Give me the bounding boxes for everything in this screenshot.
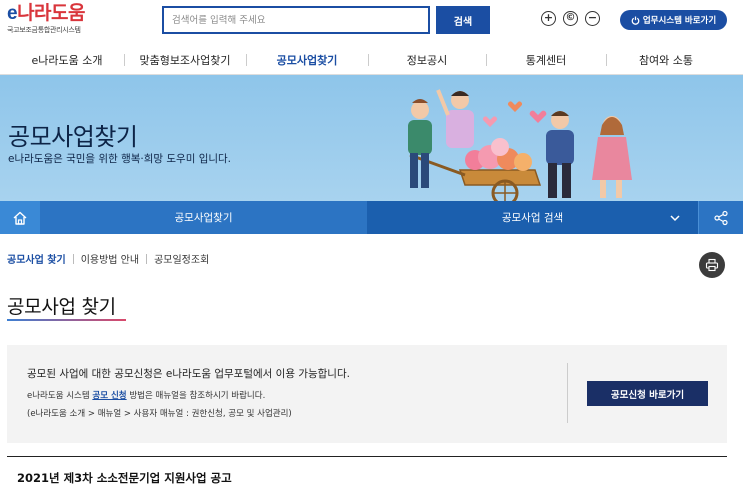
content-tabs: 공모사업 찾기 이용방법 안내 공모일정조회 (7, 251, 209, 266)
sub-navigation: 공모사업찾기 공모사업 검색 (0, 201, 743, 234)
contest-apply-link[interactable]: 공모 신청 (92, 391, 126, 401)
search-box (162, 6, 430, 34)
share-icon (714, 210, 728, 225)
zoom-reset-icon[interactable]: © (563, 11, 578, 26)
print-icon (705, 258, 719, 272)
nav-item-contest[interactable]: 공모사업찾기 (246, 44, 368, 75)
business-system-label: 업무시스템 바로가기 (642, 16, 717, 26)
info-guide-suffix: 방법은 매뉴얼을 참조하시기 바랍니다. (129, 391, 266, 401)
nav-item-custom-search[interactable]: 맞춤형보조사업찾기 (124, 44, 246, 75)
chevron-down-icon[interactable] (668, 211, 682, 225)
logo-wordmark: e나라도움 (7, 3, 85, 24)
info-manual-path: (e나라도움 소개 > 매뉴얼 > 사용자 매뉴얼 : 권한신청, 공모 및 사… (27, 409, 292, 419)
home-icon (13, 211, 27, 225)
page-banner: 공모사업찾기 e나라도움은 국민을 위한 행복·희망 도우미 입니다. (0, 75, 743, 202)
nav-item-community[interactable]: 참여와 소통 (606, 44, 726, 75)
info-guide-text: e나라도움 시스템 공모 신청 방법은 매뉴얼을 참조하시기 바랍니다. (27, 389, 265, 401)
search-input[interactable] (164, 8, 428, 33)
nav-item-intro[interactable]: e나라도움 소개 (10, 44, 124, 75)
list-item[interactable]: 2021년 제3차 소소전문기업 지원사업 공고 (17, 470, 232, 486)
search-button[interactable]: 검색 (436, 6, 490, 34)
subnav-contest-dropdown[interactable]: 공모사업찾기 (40, 201, 367, 234)
home-button[interactable] (0, 201, 40, 234)
power-icon (631, 16, 640, 25)
site-logo[interactable]: e나라도움 국고보조금통합관리시스템 (7, 4, 85, 35)
apply-shortcut-button[interactable]: 공모신청 바로가기 (587, 381, 708, 406)
subnav-contest-search-dropdown[interactable]: 공모사업 검색 (367, 201, 698, 234)
nav-item-disclosure[interactable]: 정보공시 (368, 44, 486, 75)
logo-subtitle: 국고보조금통합관리시스템 (7, 26, 81, 34)
zoom-in-icon[interactable]: + (541, 11, 556, 26)
print-button[interactable] (699, 252, 725, 278)
banner-illustration (408, 89, 632, 202)
share-button[interactable] (698, 201, 743, 234)
info-main-text: 공모된 사업에 대한 공모신청은 e나라도움 업무포털에서 이용 가능합니다. (27, 368, 350, 380)
banner-title: 공모사업찾기 (8, 123, 138, 151)
tab-separator (146, 253, 148, 264)
tab-schedule[interactable]: 공모일정조회 (154, 251, 209, 266)
info-divider (567, 363, 568, 423)
info-guide-prefix: e나라도움 시스템 (27, 391, 90, 401)
tab-usage-guide[interactable]: 이용방법 안내 (81, 251, 139, 266)
list-top-border (7, 456, 727, 457)
site-header: e나라도움 국고보조금통합관리시스템 검색 + © − 업무시스템 바로가기 (0, 0, 743, 44)
tab-separator (72, 253, 74, 264)
business-system-button[interactable]: 업무시스템 바로가기 (620, 10, 727, 30)
tab-contest-search[interactable]: 공모사업 찾기 (7, 251, 66, 266)
zoom-out-icon[interactable]: − (585, 11, 600, 26)
banner-description: e나라도움은 국민을 위한 행복·희망 도우미 입니다. (8, 153, 232, 165)
title-underline (7, 319, 126, 321)
info-notice-box: 공모된 사업에 대한 공모신청은 e나라도움 업무포털에서 이용 가능합니다. … (7, 345, 727, 443)
nav-item-stats[interactable]: 통계센터 (486, 44, 606, 75)
page-title: 공모사업 찾기 (7, 296, 116, 318)
main-nav: e나라도움 소개 맞춤형보조사업찾기 공모사업찾기 정보공시 통계센터 참여와 … (0, 44, 743, 75)
